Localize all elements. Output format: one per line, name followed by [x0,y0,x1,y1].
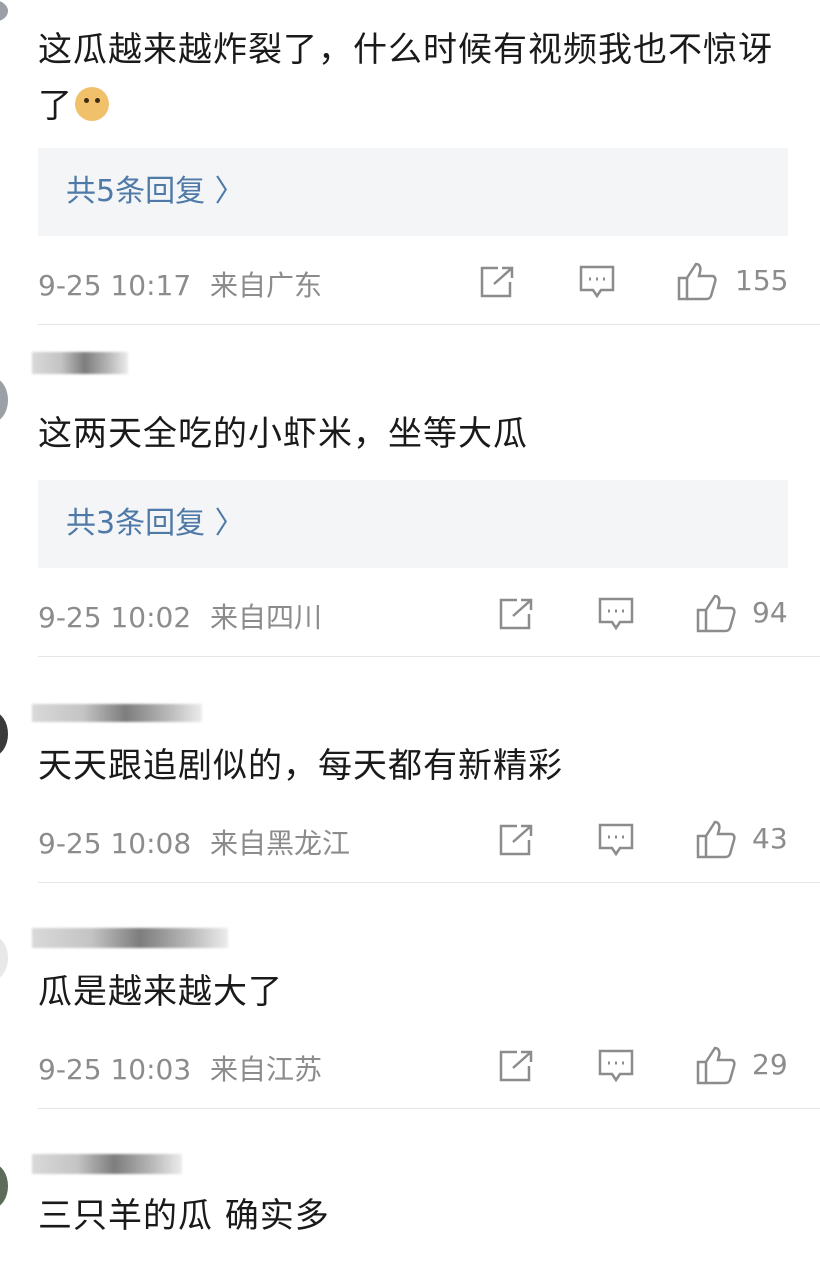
comment-meta: 9-25 10:03 来自江苏 [38,1048,322,1088]
share-icon[interactable] [497,1048,535,1084]
share-icon[interactable] [478,264,516,300]
like-count: 29 [752,1048,788,1081]
view-replies-button[interactable]: 共5条回复 〉 [38,148,788,236]
comment-icon[interactable] [578,264,616,300]
comment-text: 天天跟追剧似的，每天都有新精彩 [38,746,563,786]
thumbs-up-icon[interactable] [695,818,737,860]
comment-location: 来自江苏 [210,1053,323,1086]
thumbs-up-icon[interactable] [695,1044,737,1086]
divider [38,656,820,657]
view-replies-button[interactable]: 共3条回复 〉 [38,480,788,568]
like-count: 43 [752,822,788,855]
comment-meta: 9-25 10:17 来自广东 [38,264,322,304]
share-icon[interactable] [497,596,535,632]
divider [38,882,820,883]
comment-text: 瓜是越来越大了 [38,972,283,1012]
comment-location: 来自黑龙江 [210,827,351,860]
username[interactable] [32,928,228,948]
like-count: 94 [752,596,788,629]
comment-location: 来自四川 [210,601,323,634]
divider [38,1108,820,1109]
thumbs-up-icon[interactable] [695,592,737,634]
comment-meta: 9-25 10:08 来自黑龙江 [38,822,350,862]
comment-location: 来自广东 [210,269,323,302]
avatar[interactable] [0,936,8,980]
avatar[interactable] [0,0,8,22]
comment-icon[interactable] [597,822,635,858]
username[interactable] [32,352,128,374]
username[interactable] [32,704,202,722]
comment-text: 三只羊的瓜 确实多 [38,1196,330,1236]
avatar[interactable] [0,1164,8,1208]
comment-time: 9-25 10:17 [38,269,192,302]
comment-time: 9-25 10:02 [38,601,192,634]
like-count: 155 [735,264,789,297]
avatar[interactable] [0,712,8,756]
comment-text: 这两天全吃的小虾米，坐等大瓜 [38,414,528,454]
avatar[interactable] [0,378,8,422]
username[interactable] [32,1154,182,1174]
divider [38,324,820,325]
thumbs-up-icon[interactable] [676,260,718,302]
comment-time: 9-25 10:03 [38,1053,192,1086]
comment-icon[interactable] [597,596,635,632]
doge-emoji-icon [75,87,109,121]
comment-time: 9-25 10:08 [38,827,192,860]
comment-icon[interactable] [597,1048,635,1084]
comment-meta: 9-25 10:02 来自四川 [38,596,322,636]
share-icon[interactable] [497,822,535,858]
comment-text: 这瓜越来越炸裂了，什么时候有视频我也不惊讶了 [38,30,773,126]
